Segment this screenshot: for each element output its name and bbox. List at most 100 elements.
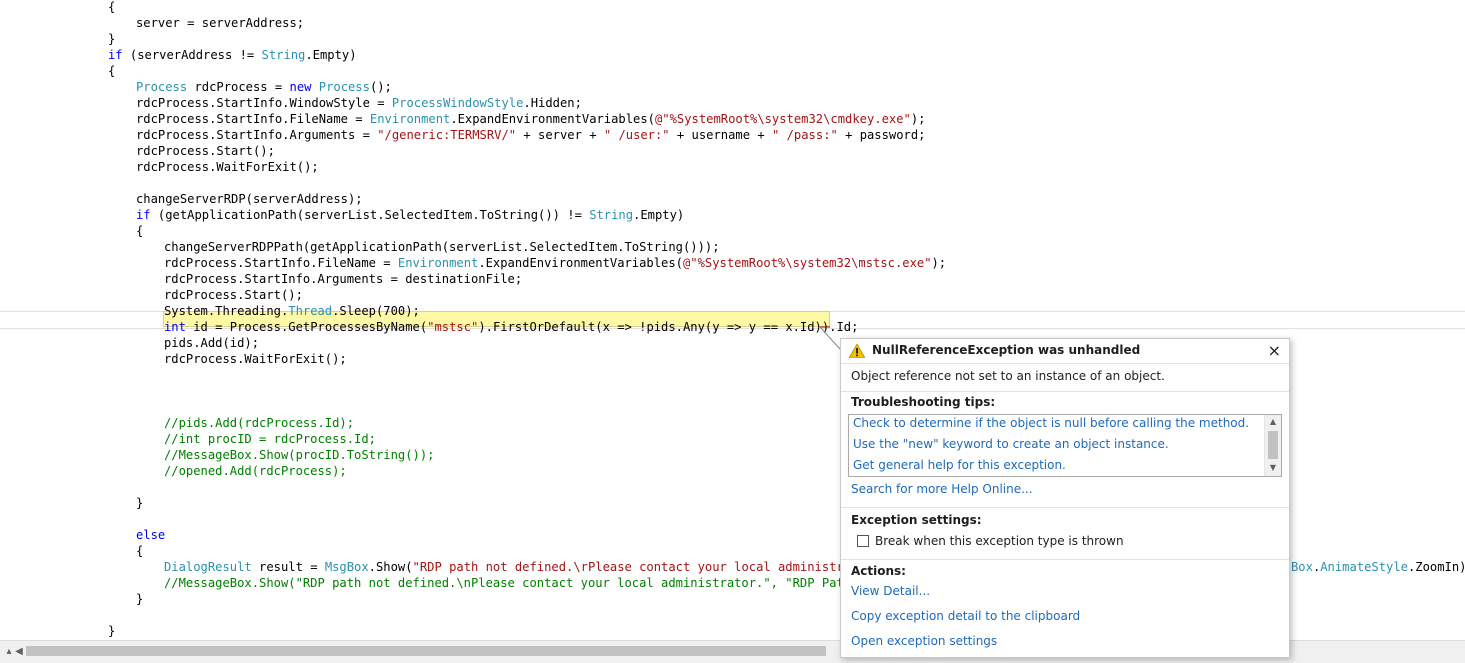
code-token: + username +	[669, 128, 772, 142]
code-line: }	[108, 623, 115, 639]
code-token: (getApplicationPath(serverList.SelectedI…	[150, 208, 590, 222]
tips-scrollbar[interactable]: ▲ ▼	[1264, 415, 1281, 476]
code-token: rdcProcess.StartInfo.WindowStyle =	[136, 96, 392, 110]
search-help-online-link[interactable]: Search for more Help Online...	[851, 482, 1033, 496]
code-token: String	[589, 208, 634, 222]
exception-message: Object reference not set to an instance …	[851, 369, 1165, 383]
code-token: rdcProcess.WaitForExit();	[164, 352, 347, 366]
code-line: changeServerRDP(serverAddress);	[136, 191, 363, 207]
code-token: .Empty)	[305, 48, 357, 62]
code-line: //MessageBox.Show(procID.ToString());	[164, 447, 434, 463]
code-token: .Empty)	[633, 208, 685, 222]
code-token: rdcProcess =	[187, 80, 290, 94]
copy-exception-detail-link[interactable]: Copy exception detail to the clipboard	[851, 609, 1080, 623]
code-token: }	[108, 624, 116, 638]
code-line: }	[108, 31, 115, 47]
code-line: rdcProcess.WaitForExit();	[136, 159, 319, 175]
code-token: );	[910, 112, 926, 126]
actions-header: Actions:	[851, 564, 906, 578]
troubleshooting-tips-list: Check to determine if the object is null…	[848, 414, 1282, 477]
code-line: rdcProcess.Start();	[164, 287, 303, 303]
code-token: }	[136, 592, 144, 606]
code-line: //MessageBox.Show("RDP path not defined.…	[164, 575, 873, 591]
code-token: if	[136, 208, 151, 222]
code-token: rdcProcess.StartInfo.Arguments = destina…	[164, 272, 523, 286]
code-line: if (serverAddress != String.Empty)	[108, 47, 357, 63]
tip-link[interactable]: Get general help for this exception.	[853, 458, 1066, 472]
code-token: ();	[369, 80, 392, 94]
tips-scroll-thumb[interactable]	[1268, 431, 1278, 459]
code-line: {	[136, 223, 143, 239]
scrollbar-thumb[interactable]	[26, 646, 826, 656]
tip-link[interactable]: Check to determine if the object is null…	[853, 416, 1249, 430]
code-token: id = Process.GetProcessesByName(	[185, 320, 428, 334]
break-on-throw-checkbox[interactable]	[857, 535, 869, 547]
code-token: "RDP path not defined.\rPlease contact y…	[412, 560, 874, 574]
code-token: rdcProcess.WaitForExit();	[136, 160, 319, 174]
code-token: //pids.Add(rdcProcess.Id);	[164, 416, 355, 430]
code-line: pids.Add(id);	[164, 335, 259, 351]
code-token: System.Threading.	[164, 304, 289, 318]
code-token: {	[108, 64, 116, 78]
code-token: DialogResult	[164, 560, 252, 574]
code-token: result =	[251, 560, 325, 574]
close-icon[interactable]: ×	[1268, 341, 1281, 360]
exception-pointer	[819, 326, 841, 350]
code-line: DialogResult result = MsgBox.Show("RDP p…	[164, 559, 873, 575]
chevron-up-icon[interactable]: ▲	[1265, 415, 1281, 429]
code-token: Thread	[288, 304, 333, 318]
code-token: server = serverAddress;	[136, 16, 305, 30]
tip-link[interactable]: Use the "new" keyword to create an objec…	[853, 437, 1169, 451]
code-token: {	[108, 0, 116, 14]
code-token: Process	[136, 80, 188, 94]
code-token: );	[931, 256, 947, 270]
code-token: Environment	[369, 112, 451, 126]
code-token: + password;	[837, 128, 926, 142]
code-line: }	[136, 495, 143, 511]
warning-triangle-icon	[849, 344, 865, 358]
code-line: rdcProcess.StartInfo.FileName = Environm…	[136, 111, 925, 127]
code-line: rdcProcess.StartInfo.Arguments = destina…	[164, 271, 522, 287]
code-token: //MessageBox.Show("RDP path not defined.…	[164, 576, 874, 590]
code-token: rdcProcess.StartInfo.Arguments =	[136, 128, 378, 142]
code-token: ).FirstOrDefault(x => !pids.Any(y => y =…	[478, 320, 859, 334]
code-token: rdcProcess.StartInfo.FileName =	[164, 256, 398, 270]
code-token: }	[136, 496, 144, 510]
divider	[841, 391, 1289, 392]
code-token: changeServerRDPPath(getApplicationPath(s…	[164, 240, 720, 254]
open-exception-settings-link[interactable]: Open exception settings	[851, 634, 997, 648]
code-token: Box	[1291, 560, 1313, 574]
code-token: .Show(	[368, 560, 413, 574]
view-detail-link[interactable]: View Detail...	[851, 584, 930, 598]
code-token: " /pass:"	[771, 128, 838, 142]
exception-title: NullReferenceException was unhandled	[872, 343, 1141, 357]
exception-settings-header: Exception settings:	[851, 513, 982, 527]
code-line: }	[136, 591, 143, 607]
code-line: if (getApplicationPath(serverList.Select…	[136, 207, 684, 223]
code-token: }	[108, 32, 116, 46]
code-line: {	[136, 543, 143, 559]
code-line: //int procID = rdcProcess.Id;	[164, 431, 376, 447]
code-token: MsgBox	[324, 560, 369, 574]
code-line: //opened.Add(rdcProcess);	[164, 463, 347, 479]
exception-assistant-popup: NullReferenceException was unhandled × O…	[840, 338, 1290, 658]
code-token: Process	[318, 80, 370, 94]
code-line: server = serverAddress;	[136, 15, 304, 31]
code-token: (serverAddress !=	[122, 48, 262, 62]
code-token: changeServerRDP(serverAddress);	[136, 192, 363, 206]
code-line: Process rdcProcess = new Process();	[136, 79, 392, 95]
code-token: " /user:"	[603, 128, 670, 142]
code-token: .ExpandEnvironmentVariables(	[478, 256, 683, 270]
code-token: rdcProcess.Start();	[136, 144, 275, 158]
code-token: //int procID = rdcProcess.Id;	[164, 432, 376, 446]
code-line: rdcProcess.Start();	[136, 143, 275, 159]
code-token: String	[261, 48, 306, 62]
break-on-throw-label[interactable]: Break when this exception type is thrown	[875, 534, 1124, 548]
code-token: pids.Add(id);	[164, 336, 260, 350]
code-line: changeServerRDPPath(getApplicationPath(s…	[164, 239, 720, 255]
code-line: rdcProcess.StartInfo.Arguments = "/gener…	[136, 127, 925, 143]
code-token: @"%SystemRoot%\system32\mstsc.exe"	[682, 256, 932, 270]
chevron-down-icon[interactable]: ▼	[1265, 461, 1281, 475]
code-line: rdcProcess.StartInfo.WindowStyle = Proce…	[136, 95, 582, 111]
